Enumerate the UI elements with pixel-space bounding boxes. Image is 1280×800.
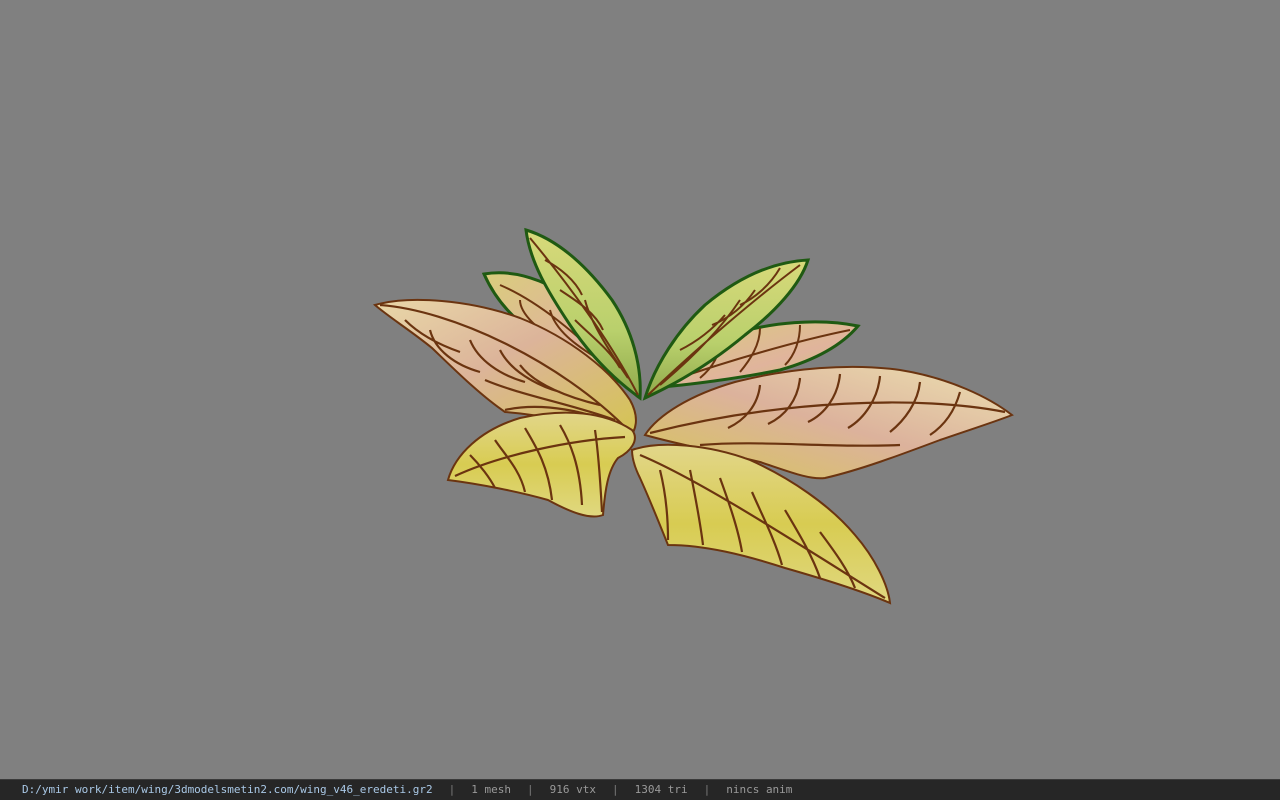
- vertex-count: 916 vtx: [549, 783, 596, 796]
- status-separator: |: [526, 783, 534, 796]
- status-separator: |: [703, 783, 711, 796]
- status-separator: |: [448, 783, 456, 796]
- status-separator: |: [611, 783, 619, 796]
- status-bar: D:/ymir work/item/wing/3dmodelsmetin2.co…: [0, 779, 1280, 800]
- triangle-count: 1304 tri: [634, 783, 688, 796]
- file-path: D:/ymir work/item/wing/3dmodelsmetin2.co…: [22, 783, 433, 796]
- lower-left-wing: [446, 411, 636, 518]
- animation-status: nincs anim: [726, 783, 793, 796]
- 3d-viewport[interactable]: [0, 0, 1280, 779]
- wing-model-render: [372, 227, 1014, 605]
- mesh-count: 1 mesh: [471, 783, 511, 796]
